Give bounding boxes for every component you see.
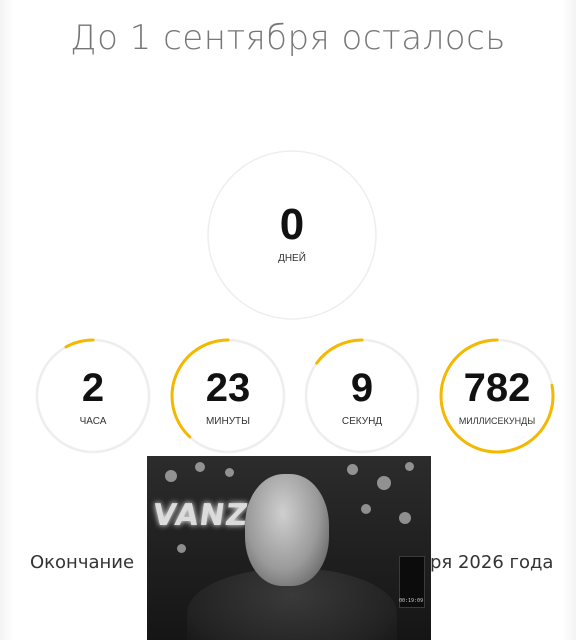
end-date-prefix: Окончание — [30, 552, 135, 573]
bokeh-light — [225, 468, 234, 477]
hours-value: 2 — [81, 366, 105, 410]
bokeh-light — [177, 544, 186, 553]
seconds-label: СЕКУНД — [341, 416, 383, 427]
days-value: 0 — [279, 200, 305, 249]
neon-sign: VANZ — [150, 498, 251, 533]
bokeh-light — [195, 462, 205, 472]
bokeh-light — [165, 470, 177, 482]
minutes-value: 23 — [205, 366, 251, 410]
days-label: ДНЕЙ — [278, 253, 306, 264]
bokeh-light — [405, 462, 414, 471]
seconds-counter: 9 СЕКУНД — [302, 336, 422, 456]
page-left-edge — [0, 0, 14, 640]
page-title: До 1 сентября осталось — [70, 18, 506, 58]
minutes-counter: 23 МИНУТЫ — [168, 336, 288, 456]
milliseconds-label: МИЛЛИСЕКУНДЫ — [458, 416, 536, 426]
bokeh-light — [361, 504, 371, 514]
page-right-edge — [562, 0, 576, 640]
days-counter: 0 ДНЕЙ — [203, 146, 381, 324]
milliseconds-counter: 782 МИЛЛИСЕКУНДЫ — [437, 336, 557, 456]
end-date-suffix: ря 2026 года — [430, 552, 554, 573]
video-overlay[interactable]: VANZ 00:19:09 — [147, 456, 431, 640]
bokeh-light — [377, 476, 391, 490]
hours-label: ЧАСА — [79, 416, 107, 427]
monitor-text: 00:19:09 — [399, 598, 424, 604]
bokeh-light — [399, 512, 411, 524]
bokeh-light — [347, 464, 358, 475]
minutes-label: МИНУТЫ — [205, 416, 251, 427]
hours-counter: 2 ЧАСА — [33, 336, 153, 456]
person-head — [245, 474, 329, 586]
milliseconds-value: 782 — [463, 366, 531, 410]
seconds-value: 9 — [350, 366, 374, 410]
